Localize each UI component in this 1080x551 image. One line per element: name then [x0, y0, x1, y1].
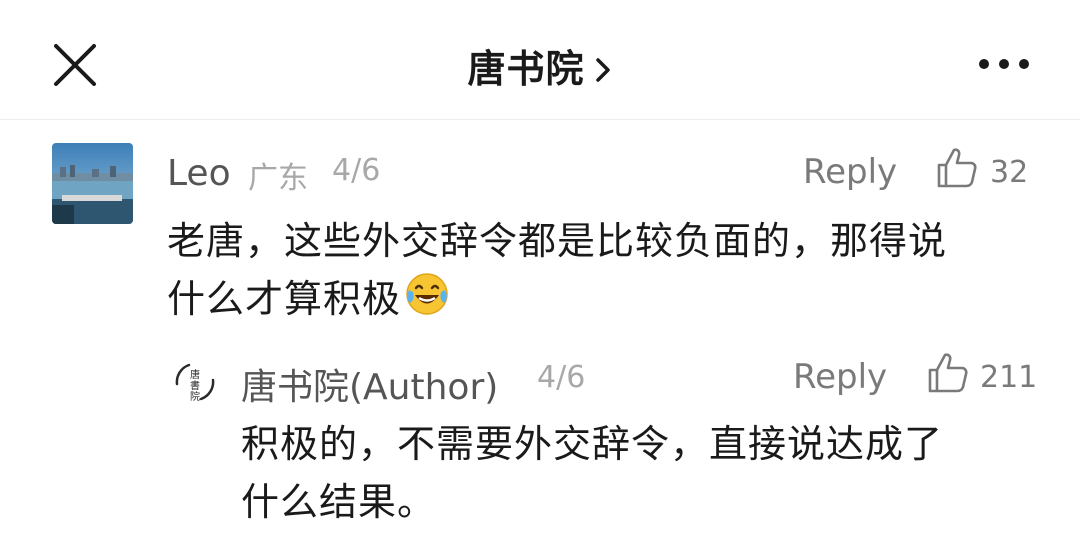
laughing-tears-emoji — [403, 270, 451, 334]
commenter-name[interactable]: Leo — [167, 153, 231, 194]
comment-date: 4/6 — [332, 153, 381, 188]
comment-body: 老唐，这些外交辞令都是比较负面的，那得说 什么才算积极 — [167, 212, 947, 334]
chevron-right-icon — [593, 50, 613, 94]
thumbs-up-icon[interactable] — [926, 351, 970, 395]
more-dots-icon[interactable] — [972, 52, 1036, 76]
reply-button[interactable]: Reply — [803, 152, 897, 192]
calligraphy-seal-avatar[interactable]: 唐 書 院 — [167, 354, 223, 410]
author-name[interactable]: 唐书院(Author) — [241, 358, 498, 410]
comment-body-line: 积极的，不需要外交辞令，直接说达成了 — [241, 422, 944, 466]
account-title-link[interactable]: 唐书院 — [0, 38, 1080, 94]
comment-body-text: 什么才算积极 — [167, 277, 402, 321]
comment-body: 积极的，不需要外交辞令，直接说达成了 什么结果。 — [241, 415, 943, 531]
thumbs-up-icon[interactable] — [935, 146, 979, 190]
comment-body-line: 什么才算积极 — [167, 270, 947, 334]
page-title: 唐书院 — [467, 47, 585, 91]
svg-text:唐: 唐 — [190, 368, 200, 381]
top-bar: 唐书院 — [0, 0, 1080, 120]
svg-text:院: 院 — [190, 390, 200, 403]
comment-date: 4/6 — [537, 360, 586, 395]
like-count: 32 — [990, 155, 1029, 190]
reply-button[interactable]: Reply — [793, 357, 887, 397]
comment-body-line: 老唐，这些外交辞令都是比较负面的，那得说 — [167, 219, 948, 263]
like-count: 211 — [980, 360, 1038, 395]
comment-body-line: 什么结果。 — [241, 480, 437, 524]
svg-text:書: 書 — [190, 379, 200, 392]
commenter-location: 广东 — [248, 161, 308, 196]
harbor-photo-avatar[interactable] — [52, 143, 133, 224]
